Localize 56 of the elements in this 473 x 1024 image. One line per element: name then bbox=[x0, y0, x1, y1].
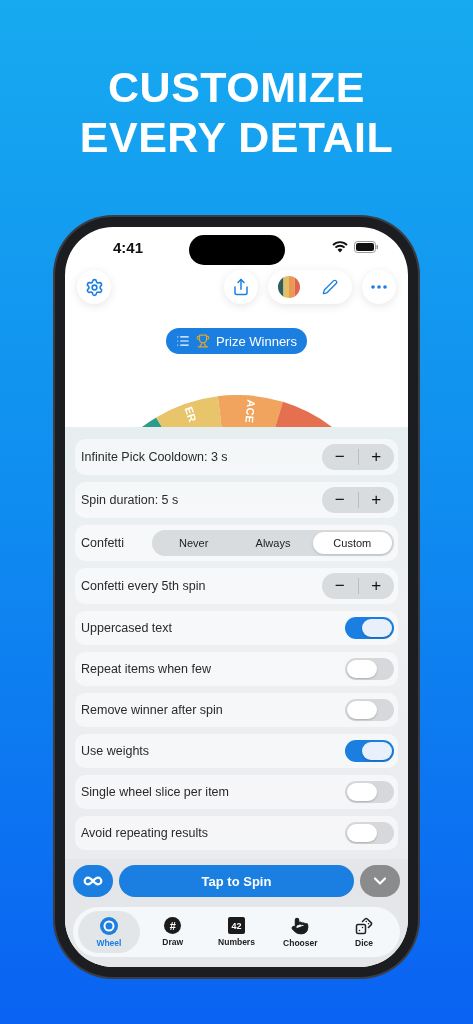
toggle-switch[interactable] bbox=[345, 822, 394, 844]
edit-icon[interactable] bbox=[322, 279, 338, 295]
tab[interactable]: 42 Numbers bbox=[205, 911, 268, 953]
palette-swatch-icon[interactable] bbox=[278, 276, 300, 298]
share-button[interactable] bbox=[224, 270, 258, 304]
headline: CUSTOMIZE bbox=[108, 62, 365, 112]
ring-icon bbox=[99, 916, 118, 935]
setting-label: Spin duration: 5 s bbox=[81, 493, 179, 507]
battery-icon bbox=[354, 241, 378, 253]
segment-option[interactable]: Never bbox=[154, 532, 234, 554]
setting-label: Avoid repeating results bbox=[81, 826, 208, 840]
list-icon bbox=[176, 334, 191, 348]
number-icon: 42 bbox=[228, 917, 245, 934]
more-button[interactable] bbox=[362, 270, 396, 304]
toggle-switch[interactable] bbox=[345, 740, 394, 762]
setting-label: Uppercased text bbox=[81, 621, 173, 635]
setting-label: Single wheel slice per item bbox=[81, 785, 229, 799]
increment-button[interactable]: + bbox=[358, 447, 394, 467]
increment-button[interactable]: + bbox=[358, 576, 394, 596]
tab[interactable]: Chooser bbox=[269, 911, 332, 953]
segment-option[interactable]: Custom bbox=[312, 532, 392, 554]
setting-label: Use weights bbox=[81, 744, 150, 758]
setting-label: Confetti every 5th spin bbox=[81, 579, 206, 593]
toggle-switch[interactable] bbox=[345, 617, 394, 639]
wifi-icon bbox=[332, 241, 348, 253]
toggle-switch[interactable] bbox=[345, 658, 394, 680]
wheel-title: Prize Winners bbox=[216, 333, 297, 349]
hash-icon: # bbox=[164, 917, 182, 934]
slice-label: ACE bbox=[242, 399, 257, 424]
status-time: 4:41 bbox=[113, 238, 144, 256]
setting-label: Confetti bbox=[81, 536, 125, 550]
setting-label: Infinite Pick Cooldown: 3 s bbox=[81, 450, 228, 464]
tab[interactable]: Dice bbox=[333, 911, 395, 953]
more-icon bbox=[371, 285, 387, 289]
decrement-button[interactable]: − bbox=[322, 447, 358, 467]
setting-label: Repeat items when few bbox=[81, 662, 211, 676]
segment-option[interactable]: Always bbox=[233, 532, 313, 554]
trophy-icon bbox=[196, 334, 211, 348]
slice-label: ER bbox=[182, 405, 199, 424]
share-icon bbox=[232, 278, 250, 296]
dice-icon bbox=[355, 916, 374, 935]
settings-button[interactable] bbox=[77, 270, 111, 304]
setting-label: Remove winner after spin bbox=[81, 703, 223, 717]
increment-button[interactable]: + bbox=[358, 490, 394, 510]
infinite-button[interactable] bbox=[73, 865, 113, 897]
hand-icon bbox=[291, 916, 310, 935]
tab[interactable]: # Draw bbox=[141, 911, 204, 953]
decrement-button[interactable]: − bbox=[322, 576, 358, 596]
wheel-title-button[interactable]: Prize Winners bbox=[166, 328, 307, 354]
toggle-switch[interactable] bbox=[345, 781, 394, 803]
toggle-switch[interactable] bbox=[345, 699, 394, 721]
decrement-button[interactable]: − bbox=[322, 490, 358, 510]
settings-icon bbox=[84, 277, 104, 297]
collapse-button[interactable] bbox=[360, 865, 400, 897]
spin-button[interactable]: Tap to Spin bbox=[119, 865, 354, 897]
headline: EVERY DETAIL bbox=[79, 112, 394, 162]
